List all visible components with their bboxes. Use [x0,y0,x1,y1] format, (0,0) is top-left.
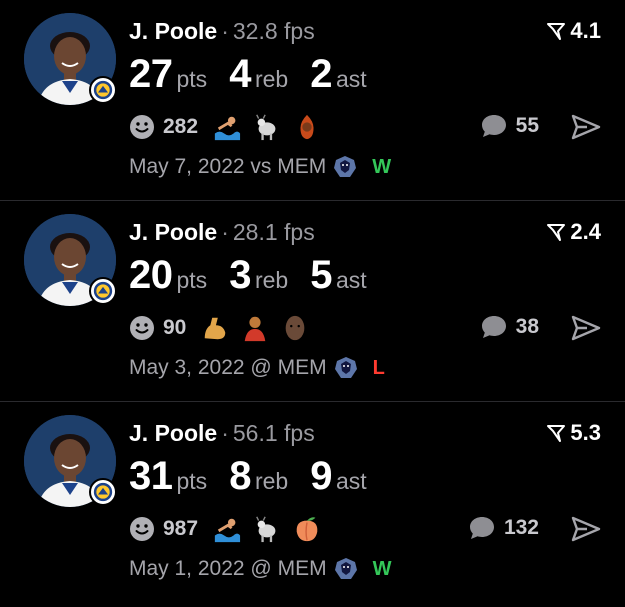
player-name[interactable]: J. Poole [129,18,217,44]
reaction-count: 90 [163,316,187,339]
comment-count: 132 [503,516,539,539]
game-venue: @ MEM [250,356,327,379]
player-name[interactable]: J. Poole [129,219,217,245]
stat-line: 20 pts 3 reb 5 ast [129,253,389,298]
post-card[interactable]: J. Poole · 56.1 fps 5.3 31 pts 8 reb 9 ast 98… [0,402,625,603]
grizzlies-logo-icon [334,558,357,579]
rebounds-value: 4 [229,52,251,96]
smiley-icon[interactable] [129,516,155,542]
triangle-flag-icon [547,224,566,241]
points-value: 20 [129,253,173,297]
rebounds-label: reb [254,267,289,293]
flexed-biceps-emoji [200,313,230,343]
game-result: L [372,356,385,379]
share-icon[interactable] [571,516,601,542]
fire-person-emoji [292,112,322,142]
share-icon[interactable] [571,315,601,341]
separator: · [221,420,229,446]
team-logo-icon [89,76,117,104]
score-badge[interactable]: 4.1 [546,18,601,44]
post-card[interactable]: J. Poole · 28.1 fps 2.4 20 pts 3 reb 5 ast 90… [0,201,625,402]
feed: J. Poole · 32.8 fps 4.1 27 pts 4 reb 2 ast 28… [0,0,625,607]
game-date: May 3, 2022 [129,356,245,379]
score-value: 5.3 [570,420,601,445]
post-header: J. Poole · 28.1 fps [129,217,315,247]
assists-value: 9 [310,454,332,498]
triangle-flag-icon [547,23,566,40]
comment-bubble-icon[interactable] [480,113,508,139]
player-name[interactable]: J. Poole [129,420,217,446]
fps-value: 28.1 fps [232,219,315,245]
rebounds-value: 3 [229,253,251,297]
smiley-icon[interactable] [129,315,155,341]
game-info[interactable]: May 3, 2022 @ MEM L [129,355,385,381]
comment-count: 55 [515,114,539,137]
triangle-flag-icon [547,425,566,442]
reactions[interactable]: 90 [129,313,320,343]
comment-bubble-icon[interactable] [480,314,508,340]
comment-bubble-icon[interactable] [468,515,496,541]
grizzlies-logo-icon [334,357,357,378]
person-emoji [240,313,270,343]
stat-line: 31 pts 8 reb 9 ast [129,454,389,499]
post-card[interactable]: J. Poole · 32.8 fps 4.1 27 pts 4 reb 2 ast 28… [0,0,625,201]
game-venue: @ MEM [250,557,327,580]
game-result: W [372,155,392,178]
points-label: pts [176,468,208,494]
comment-count: 38 [515,315,539,338]
share-icon[interactable] [571,114,601,140]
grizzlies-logo-icon [334,156,357,177]
rebounds-value: 8 [229,454,251,498]
assists-label: ast [335,468,367,494]
rebounds-label: reb [254,66,289,92]
rebounds-label: reb [254,468,289,494]
separator: · [221,219,229,245]
reactions[interactable]: 987 [129,514,332,544]
fps-value: 32.8 fps [232,18,315,44]
game-result: W [372,557,392,580]
separator: · [221,18,229,44]
assists-label: ast [335,66,367,92]
game-info[interactable]: May 7, 2022 vs MEM W [129,154,391,180]
comments[interactable]: 132 [468,515,539,541]
assists-value: 5 [310,253,332,297]
team-logo-icon [89,478,117,506]
face-emoji [280,313,310,343]
game-info[interactable]: May 1, 2022 @ MEM W [129,556,391,582]
team-logo-icon [89,277,117,305]
reactions[interactable]: 282 [129,112,332,142]
smiley-icon[interactable] [129,114,155,140]
score-value: 4.1 [570,18,601,43]
score-value: 2.4 [570,219,601,244]
points-value: 31 [129,454,173,498]
points-label: pts [176,267,208,293]
comments[interactable]: 55 [480,113,539,139]
goat-emoji [252,112,282,142]
game-venue: vs MEM [250,155,327,178]
swimmer-emoji [212,514,242,544]
game-date: May 1, 2022 [129,557,245,580]
reaction-count: 987 [163,517,199,540]
goat-emoji [252,514,282,544]
peach-emoji [292,514,322,544]
fps-value: 56.1 fps [232,420,315,446]
assists-value: 2 [310,52,332,96]
post-header: J. Poole · 32.8 fps [129,16,315,46]
stat-line: 27 pts 4 reb 2 ast [129,52,389,97]
reaction-count: 282 [163,115,199,138]
game-date: May 7, 2022 [129,155,245,178]
points-label: pts [176,66,208,92]
score-badge[interactable]: 2.4 [546,219,601,245]
swimmer-emoji [212,112,242,142]
comments[interactable]: 38 [480,314,539,340]
assists-label: ast [335,267,367,293]
score-badge[interactable]: 5.3 [546,420,601,446]
post-header: J. Poole · 56.1 fps [129,418,315,448]
points-value: 27 [129,52,173,96]
